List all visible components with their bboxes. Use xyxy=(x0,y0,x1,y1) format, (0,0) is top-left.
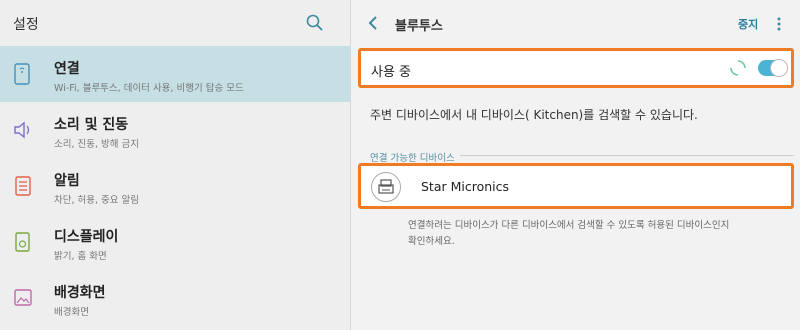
section-divider xyxy=(460,155,794,156)
switch-knob xyxy=(770,59,788,77)
menu-item-label: 배경화면 xyxy=(54,285,106,301)
visibility-description: 주변 디바이스에서 내 디바이스( Kitchen)를 검색할 수 있습니다. xyxy=(370,108,698,122)
menu-item-notifications[interactable]: 알림 차단, 허용, 중요 알림 xyxy=(0,158,350,214)
bluetooth-header: 블루투스 중지 xyxy=(352,0,800,46)
menu-item-wallpaper[interactable]: 배경화면 배경화면 xyxy=(0,270,350,326)
settings-header: 설정 xyxy=(0,0,350,46)
notifications-icon xyxy=(12,174,34,198)
menu-item-label: 소리 및 진동 xyxy=(54,117,129,133)
menu-item-label: 연결 xyxy=(54,61,80,77)
available-devices-header: 연결 가능한 디바이스 xyxy=(370,153,455,164)
menu-item-sublabel: 배경화면 xyxy=(54,307,89,318)
bluetooth-switch[interactable] xyxy=(758,59,788,77)
menu-item-connections[interactable]: 연결 Wi-Fi, 블루투스, 데이터 사용, 비행기 탑승 모드 xyxy=(0,46,350,102)
back-arrow-icon[interactable] xyxy=(366,14,380,32)
bluetooth-panel: 블루투스 중지 사용 중 주변 디바이스에서 내 디바이스( Kitchen)를… xyxy=(352,0,800,330)
speaker-icon xyxy=(12,118,34,142)
device-item[interactable]: Star Micronics xyxy=(358,163,794,209)
settings-panel: 설정 연결 Wi-Fi, 블루투스, 데이터 사용, 비행기 탑승 모드 소리 … xyxy=(0,0,351,330)
menu-item-sublabel: 밝기, 홈 화면 xyxy=(54,251,107,262)
connections-icon xyxy=(12,62,34,86)
bluetooth-toggle-row[interactable]: 사용 중 xyxy=(358,48,794,88)
settings-title: 설정 xyxy=(13,17,39,33)
menu-item-sound[interactable]: 소리 및 진동 소리, 진동, 방해 금지 xyxy=(0,102,350,158)
pairing-note: 연결하려는 디바이스가 다른 디바이스에서 검색할 수 있도록 허용된 디바이스… xyxy=(408,220,730,247)
more-vert-icon[interactable] xyxy=(776,16,782,32)
stop-button[interactable]: 중지 xyxy=(738,16,758,32)
scanning-spinner-icon xyxy=(729,59,747,77)
printer-icon xyxy=(371,172,401,202)
search-icon[interactable] xyxy=(305,13,325,33)
menu-item-sublabel: 소리, 진동, 방해 금지 xyxy=(54,139,140,150)
menu-item-label: 디스플레이 xyxy=(54,229,119,245)
display-icon xyxy=(12,230,34,254)
toggle-label: 사용 중 xyxy=(371,65,412,80)
settings-menu: 연결 Wi-Fi, 블루투스, 데이터 사용, 비행기 탑승 모드 소리 및 진… xyxy=(0,46,350,326)
menu-item-label: 알림 xyxy=(54,173,80,189)
device-name: Star Micronics xyxy=(421,179,510,194)
wallpaper-icon xyxy=(12,286,34,310)
menu-item-sublabel: 차단, 허용, 중요 알림 xyxy=(54,195,140,206)
menu-item-display[interactable]: 디스플레이 밝기, 홈 화면 xyxy=(0,214,350,270)
page-title: 블루투스 xyxy=(395,19,443,34)
menu-item-sublabel: Wi-Fi, 블루투스, 데이터 사용, 비행기 탑승 모드 xyxy=(54,83,244,94)
